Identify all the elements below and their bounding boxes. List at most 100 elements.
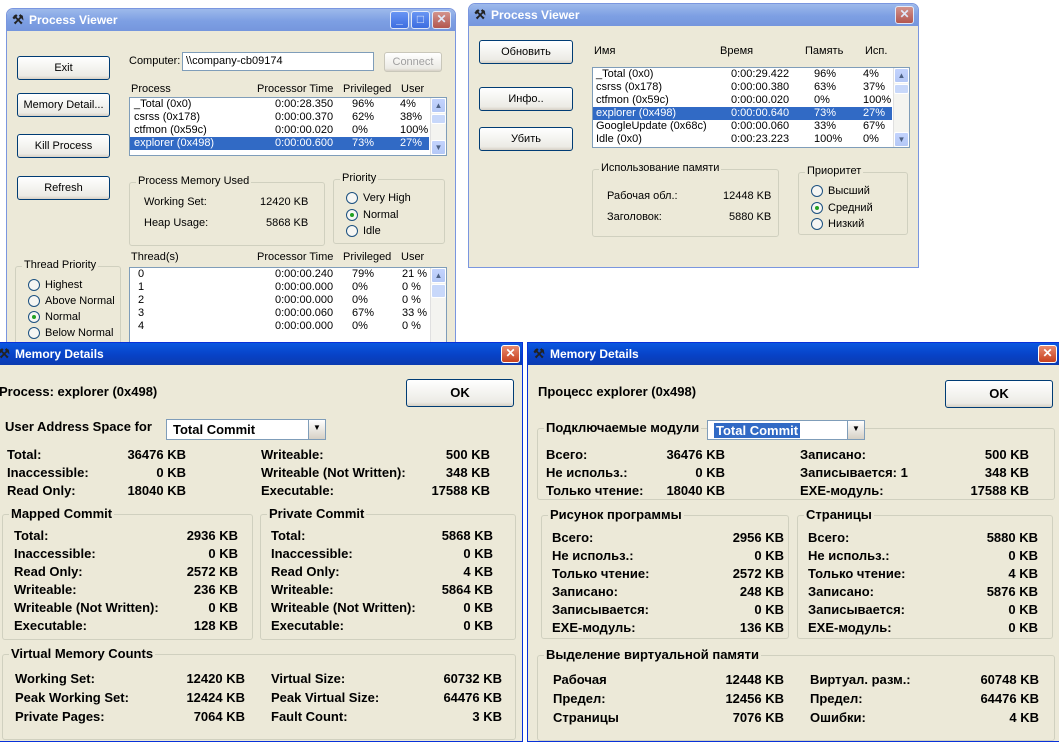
priority-high-radio[interactable]: Высший xyxy=(811,185,870,197)
list-item[interactable]: explorer (0x498) 0:00:00.600 73% 27% xyxy=(130,137,429,150)
scroll-up-icon[interactable]: ▲ xyxy=(431,98,446,113)
list-item[interactable]: csrss (0x178) 0:00:00.380 63% 37% xyxy=(593,81,892,94)
list-item[interactable]: explorer (0x498) 0:00:00.640 73% 27% xyxy=(593,107,892,120)
list-cell: 0:00:28.350 xyxy=(275,98,334,110)
radio-icon xyxy=(346,192,358,204)
list-cell: 0:00:00.060 xyxy=(275,307,334,319)
list-cell: 0 % xyxy=(402,281,421,293)
field-label: Total: xyxy=(271,528,306,543)
scrollbar[interactable]: ▲ ▼ xyxy=(430,98,446,155)
list-cell: 0:00:00.380 xyxy=(731,81,790,93)
scroll-down-icon[interactable]: ▼ xyxy=(894,132,909,147)
list-cell: 96% xyxy=(352,98,375,110)
exit-button[interactable]: Exit xyxy=(17,56,110,80)
field-value: 2936 KB xyxy=(186,528,238,543)
field-label: Записано: xyxy=(552,584,618,599)
scroll-down-icon[interactable]: ▼ xyxy=(431,140,446,155)
field-value: 4 KB xyxy=(463,564,493,579)
priority-medium-radio[interactable]: Средний xyxy=(811,202,873,214)
scroll-up-icon[interactable]: ▲ xyxy=(894,68,909,83)
field-label: Virtual Size: xyxy=(271,671,346,686)
list-cell: 0 % xyxy=(402,320,421,332)
process-list[interactable]: _Total (0x0) 0:00:28.350 96% 4% csrss (0x178… xyxy=(129,97,447,156)
scroll-thumb[interactable] xyxy=(894,84,909,94)
list-cell: 100% xyxy=(863,94,892,106)
priority-very-high-radio[interactable]: Very High xyxy=(346,192,411,204)
group-title: Приоритет xyxy=(805,165,864,177)
list-item[interactable]: ctfmon (0x59c) 0:00:00.020 0% 100% xyxy=(593,94,892,107)
priority-idle-radio[interactable]: Idle xyxy=(346,225,381,237)
thread-highest-radio[interactable]: Highest xyxy=(28,279,82,291)
list-item[interactable]: 0 0:00:00.240 79% 21 % xyxy=(130,268,429,281)
list-cell: 0% xyxy=(352,294,368,306)
thread-normal-radio[interactable]: Normal xyxy=(28,311,80,323)
refresh-button[interactable]: Обновить xyxy=(479,40,573,64)
scrollbar[interactable]: ▲ xyxy=(430,268,446,346)
title-bar[interactable]: ⚒ Process Viewer ✕ xyxy=(469,4,918,26)
list-cell: 33% xyxy=(814,120,837,132)
info-button[interactable]: Инфо.. xyxy=(479,87,573,111)
field-value: 64476 KB xyxy=(980,691,1039,706)
field-value: 12420 KB xyxy=(186,671,245,686)
thread-below-normal-radio[interactable]: Below Normal xyxy=(28,327,113,339)
group-title: Process Memory Used xyxy=(136,175,252,187)
list-cell: 0:00:00.370 xyxy=(275,111,334,123)
list-cell: 3 xyxy=(138,307,145,319)
field-value: 12456 KB xyxy=(725,691,784,706)
field-label: Read Only: xyxy=(14,564,83,579)
list-cell: 0:00:00.000 xyxy=(275,294,334,306)
close-icon[interactable]: ✕ xyxy=(895,6,914,24)
priority-group: Приоритет Высший Средний Низкий xyxy=(798,165,908,235)
process-list[interactable]: _Total (0x0) 0:00:29.422 96% 4% csrss (0x178… xyxy=(592,67,910,148)
field-value: 136 KB xyxy=(739,620,784,635)
list-cell: ctfmon (0x59c) xyxy=(596,94,669,106)
computer-input[interactable]: \\company-cb09174 xyxy=(182,52,374,71)
field-value: 248 KB xyxy=(739,584,784,599)
priority-normal-radio[interactable]: Normal xyxy=(346,209,398,221)
list-cell: 67% xyxy=(352,307,375,319)
thread-above-normal-radio[interactable]: Above Normal xyxy=(28,295,115,307)
minimize-icon[interactable]: _ xyxy=(390,11,409,29)
field-value: 5868 KB xyxy=(441,528,493,543)
field-label: Всего: xyxy=(808,530,850,545)
scroll-thumb[interactable] xyxy=(431,284,446,298)
field-label: Записывается: xyxy=(552,602,649,617)
list-cell: csrss (0x178) xyxy=(134,111,201,123)
window-title: Process Viewer xyxy=(491,8,580,22)
list-item[interactable]: 1 0:00:00.000 0% 0 % xyxy=(130,281,429,294)
list-item[interactable]: 3 0:00:00.060 67% 33 % xyxy=(130,307,429,320)
radio-icon xyxy=(811,185,823,197)
priority-low-radio[interactable]: Низкий xyxy=(811,218,864,230)
list-item[interactable]: 2 0:00:00.000 0% 0 % xyxy=(130,294,429,307)
list-item[interactable]: 4 0:00:00.000 0% 0 % xyxy=(130,320,429,333)
list-item[interactable]: _Total (0x0) 0:00:29.422 96% 4% xyxy=(593,68,892,81)
close-icon[interactable]: ✕ xyxy=(432,11,451,29)
list-item[interactable]: ctfmon (0x59c) 0:00:00.020 0% 100% xyxy=(130,124,429,137)
scroll-up-icon[interactable]: ▲ xyxy=(431,268,446,283)
title-bar[interactable]: ⚒ Process Viewer _ □ ✕ xyxy=(7,9,455,31)
list-item[interactable]: _Total (0x0) 0:00:28.350 96% 4% xyxy=(130,98,429,111)
maximize-icon[interactable]: □ xyxy=(411,11,430,29)
kill-button[interactable]: Убить xyxy=(479,127,573,151)
thread-list[interactable]: 0 0:00:00.240 79% 21 % 1 0:00:00.000 0% 0 % 2 0:0… xyxy=(129,267,447,347)
refresh-button[interactable]: Refresh xyxy=(17,176,110,200)
app-icon: ⚒ xyxy=(474,7,486,22)
scroll-thumb[interactable] xyxy=(431,114,446,124)
kill-process-button[interactable]: Kill Process xyxy=(17,134,110,158)
computer-label: Computer: xyxy=(129,55,181,67)
field-value: 12448 KB xyxy=(725,672,784,687)
list-cell: 100% xyxy=(400,124,429,136)
memory-detail-button[interactable]: Memory Detail... xyxy=(17,93,110,117)
connect-button[interactable]: Connect xyxy=(384,52,442,72)
list-cell: 38% xyxy=(400,111,423,123)
list-cell: 62% xyxy=(352,111,375,123)
list-item[interactable]: csrss (0x178) 0:00:00.370 62% 38% xyxy=(130,111,429,124)
scrollbar[interactable]: ▲ ▼ xyxy=(893,68,909,147)
group-title: Private Commit xyxy=(267,506,367,521)
list-item[interactable]: GoogleUpdate (0x68c) 0:00:00.060 33% 67% xyxy=(593,120,892,133)
list-cell: Idle (0x0) xyxy=(596,133,642,145)
list-cell: 4% xyxy=(863,68,879,80)
list-item[interactable]: Idle (0x0) 0:00:23.223 100% 0% xyxy=(593,133,892,146)
summary-value: 500 KB xyxy=(445,447,490,462)
list-cell: 0 % xyxy=(402,294,421,306)
